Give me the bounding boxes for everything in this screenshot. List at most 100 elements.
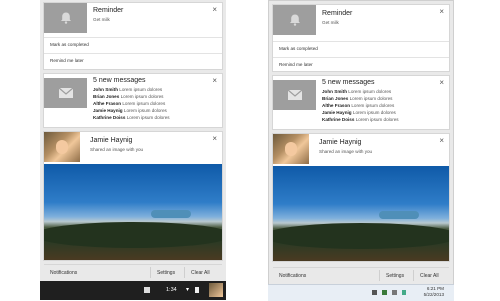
message-sender: John Smith	[93, 87, 119, 92]
clear-all-button[interactable]: Clear All	[420, 273, 439, 279]
divider	[44, 53, 222, 54]
message-preview: Lorem ipsum dolores	[348, 89, 392, 94]
clock-date: 5/22/2013	[423, 292, 444, 297]
message-item[interactable]: Brian Jones Lorem ipsum dolores	[322, 95, 399, 102]
reminder-subtitle: Get milk	[93, 17, 110, 22]
shared-landscape-photo[interactable]	[44, 164, 222, 260]
message-sender: Kathrine Doiss	[322, 117, 355, 122]
message-preview: Lorem ipsum dolores	[123, 108, 167, 113]
close-icon[interactable]: ×	[439, 79, 444, 87]
message-sender: Jamie Haynig	[93, 108, 123, 113]
close-icon[interactable]: ×	[439, 137, 444, 145]
messages-icon-box	[273, 80, 316, 110]
clock[interactable]: 6:21 PM 5/22/2013	[424, 286, 444, 298]
divider	[273, 41, 449, 42]
mark-completed-button[interactable]: Mark as completed	[50, 42, 89, 47]
envelope-icon	[58, 87, 73, 98]
clock[interactable]: 1:34	[166, 287, 177, 293]
share-subtitle: Shared an image with you	[319, 149, 373, 154]
messages-icon-box	[44, 78, 87, 108]
notification-center-chrome: Reminder Get milk × Mark as completed Re…	[40, 0, 226, 300]
close-icon[interactable]: ×	[439, 8, 444, 16]
messages-notification[interactable]: 5 new messages × John Smith Lorem ipsum …	[273, 76, 449, 129]
message-preview: Lorem ipsum dolores	[355, 117, 399, 122]
network-icon[interactable]	[382, 290, 387, 295]
battery-icon[interactable]	[402, 290, 406, 295]
message-item[interactable]: Kathrine Doiss Lorem ipsum dolores	[322, 116, 399, 123]
message-preview: Lorem ipsum dolores	[122, 101, 166, 106]
message-item[interactable]: Althe Frason Lorem ipsum dolores	[93, 100, 170, 107]
clear-all-button[interactable]: Clear All	[191, 270, 210, 276]
message-preview: Lorem ipsum dolores	[349, 96, 393, 101]
message-sender: Kathrine Doiss	[93, 115, 126, 120]
notification-center-windows: Reminder Get milk × Mark as completed Re…	[268, 0, 454, 300]
message-item[interactable]: Jamie Haynig Lorem ipsum dolores	[322, 109, 399, 116]
divider	[184, 267, 185, 278]
message-list: John Smith Lorem ipsum dolores Brian Jon…	[93, 86, 170, 121]
settings-button[interactable]: Settings	[386, 273, 404, 279]
notification-list: Reminder Get milk × Mark as completed Re…	[44, 0, 222, 300]
message-sender: Althe Frason	[322, 103, 351, 108]
user-avatar[interactable]	[209, 283, 223, 297]
bell-icon	[60, 12, 71, 24]
mark-completed-button[interactable]: Mark as completed	[279, 46, 318, 51]
reminder-notification[interactable]: Reminder Get milk × Mark as completed Re…	[44, 3, 222, 69]
message-item[interactable]: Jamie Haynig Lorem ipsum dolores	[93, 107, 170, 114]
divider	[379, 270, 380, 281]
share-title: Jamie Haynig	[90, 137, 133, 144]
battery-icon[interactable]	[195, 287, 199, 293]
chat-icon[interactable]	[144, 287, 150, 293]
reminder-icon-box	[44, 3, 87, 33]
remind-later-button[interactable]: Remind me later	[279, 62, 313, 67]
notification-list: Reminder Get milk × Mark as completed Re…	[273, 1, 449, 299]
chrome-shelf: 1:34 ▾	[40, 281, 226, 300]
avatar	[273, 134, 309, 164]
settings-button[interactable]: Settings	[157, 270, 175, 276]
divider	[150, 267, 151, 278]
close-icon[interactable]: ×	[212, 135, 217, 143]
volume-icon[interactable]	[392, 290, 397, 295]
message-sender: Brian Jones	[322, 96, 349, 101]
message-sender: Jamie Haynig	[322, 110, 352, 115]
close-icon[interactable]: ×	[212, 6, 217, 14]
message-item[interactable]: John Smith Lorem ipsum dolores	[322, 88, 399, 95]
wifi-icon[interactable]: ▾	[186, 286, 189, 293]
image-share-notification[interactable]: Jamie Haynig Shared an image with you ×	[44, 132, 222, 260]
share-subtitle: Shared an image with you	[90, 147, 144, 152]
messages-notification[interactable]: 5 new messages × John Smith Lorem ipsum …	[44, 74, 222, 127]
image-share-notification[interactable]: Jamie Haynig Shared an image with you ×	[273, 134, 449, 261]
remind-later-button[interactable]: Remind me later	[50, 58, 84, 63]
close-icon[interactable]: ×	[212, 77, 217, 85]
reminder-subtitle: Get milk	[322, 20, 339, 25]
divider	[273, 57, 449, 58]
shared-landscape-photo[interactable]	[273, 166, 449, 261]
reminder-title: Reminder	[322, 10, 353, 17]
message-sender: Brian Jones	[93, 94, 120, 99]
bell-icon	[289, 14, 300, 26]
message-preview: Lorem ipsum dolores	[351, 103, 395, 108]
message-preview: Lorem ipsum dolores	[120, 94, 164, 99]
windows-taskbar: 6:21 PM 5/22/2013	[268, 284, 454, 301]
message-sender: Althe Frason	[93, 101, 122, 106]
message-preview: Lorem ipsum dolores	[119, 87, 163, 92]
notifications-label: Notifications	[279, 273, 307, 279]
flag-icon[interactable]	[372, 290, 377, 295]
message-item[interactable]: John Smith Lorem ipsum dolores	[93, 86, 170, 93]
envelope-icon	[287, 89, 302, 100]
messages-title: 5 new messages	[322, 79, 375, 86]
message-list: John Smith Lorem ipsum dolores Brian Jon…	[322, 88, 399, 123]
message-preview: Lorem ipsum dolores	[352, 110, 396, 115]
notification-footer: Notifications Settings Clear All	[273, 267, 449, 283]
reminder-notification[interactable]: Reminder Get milk × Mark as completed Re…	[273, 5, 449, 71]
notifications-label: Notifications	[50, 270, 78, 276]
message-item[interactable]: Brian Jones Lorem ipsum dolores	[93, 93, 170, 100]
divider	[413, 270, 414, 281]
divider	[44, 37, 222, 38]
reminder-title: Reminder	[93, 7, 124, 14]
messages-title: 5 new messages	[93, 77, 146, 84]
notification-footer: Notifications Settings Clear All	[44, 264, 222, 280]
reminder-icon-box	[273, 5, 316, 35]
message-preview: Lorem ipsum dolores	[126, 115, 170, 120]
message-item[interactable]: Althe Frason Lorem ipsum dolores	[322, 102, 399, 109]
message-item[interactable]: Kathrine Doiss Lorem ipsum dolores	[93, 114, 170, 121]
